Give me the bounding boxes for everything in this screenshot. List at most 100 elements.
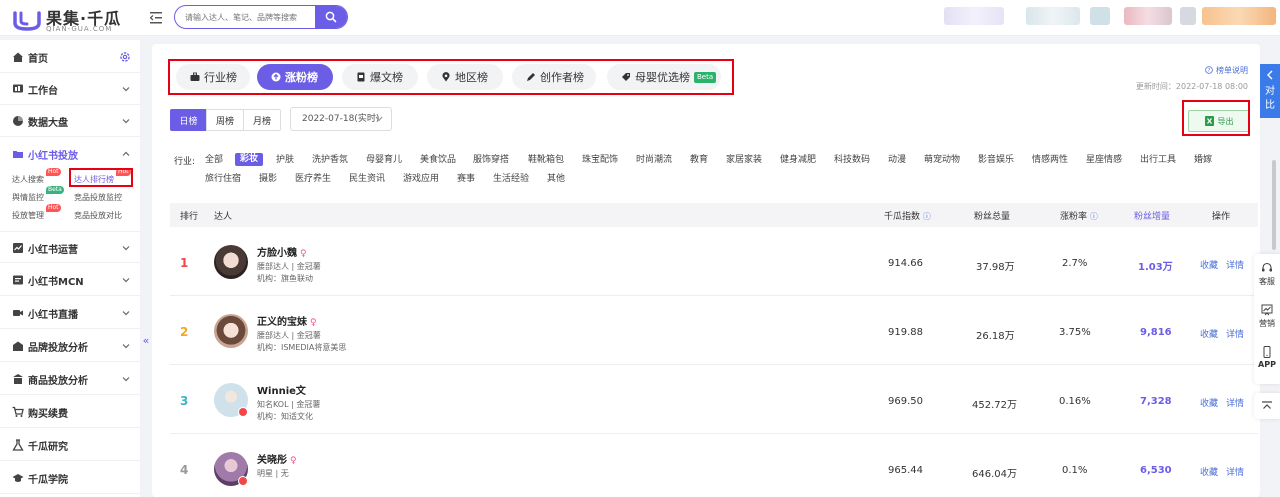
- chevron-down-icon: [122, 278, 130, 283]
- collect-link[interactable]: 收藏: [1200, 327, 1218, 340]
- category-item[interactable]: 萌宠动物: [924, 154, 960, 167]
- sidebar-item-dashboard[interactable]: 数据大盘: [0, 105, 140, 137]
- settings-icon[interactable]: [119, 51, 131, 63]
- sidebar-item-xhs-live[interactable]: 小红书直播: [0, 297, 140, 329]
- category-item[interactable]: 服饰穿搭: [473, 154, 509, 167]
- talent-name[interactable]: Winnie文: [257, 382, 306, 397]
- ranking-rules-link[interactable]: ? 榜单说明: [1205, 65, 1248, 76]
- period-monthly[interactable]: 月榜: [243, 109, 281, 131]
- chevron-left-icon: [1267, 70, 1273, 80]
- compare-button[interactable]: 对比: [1260, 64, 1280, 118]
- detail-link[interactable]: 详情: [1226, 258, 1244, 271]
- menu-toggle-icon[interactable]: [150, 9, 164, 27]
- category-item[interactable]: 时尚潮流: [636, 154, 672, 167]
- category-item[interactable]: 鞋靴箱包: [528, 154, 564, 167]
- blurred-user-area: [1180, 7, 1196, 25]
- pie-chart-icon: [13, 116, 23, 126]
- category-item[interactable]: 医疗养生: [295, 173, 331, 186]
- category-item[interactable]: 民生资讯: [349, 173, 385, 186]
- talent-name[interactable]: 正义的宝妹 ♀: [257, 313, 317, 328]
- table-row[interactable]: 2 正义的宝妹 ♀ 腰部达人 | 金冠薯 机构：ISMEDIA将意美思 919.8…: [170, 297, 1258, 365]
- customer-service-button[interactable]: 客服: [1254, 262, 1280, 287]
- sidebar-item-product-analysis[interactable]: 商品投放分析: [0, 363, 140, 395]
- period-weekly[interactable]: 周榜: [206, 109, 244, 131]
- table-row[interactable]: 4 关晓彤 ♀ 明星 | 无 965.44 646.04万 0.1% 6,530 …: [170, 435, 1258, 497]
- submenu-competitor-monitor[interactable]: 竞品投放监控: [74, 192, 122, 203]
- logo[interactable]: 果集·千瓜 QIAN-GUA.COM: [12, 5, 132, 33]
- talent-name[interactable]: 关晓彤 ♀: [257, 451, 297, 466]
- category-item[interactable]: 教育: [690, 154, 708, 167]
- header-fans[interactable]: 粉丝总量: [974, 209, 1010, 222]
- avatar[interactable]: [214, 314, 248, 348]
- category-item[interactable]: 生活经验: [493, 173, 529, 186]
- sidebar-item-purchase[interactable]: 购买续费: [0, 396, 140, 428]
- mcn-icon: [13, 275, 23, 285]
- date-select[interactable]: 2022-07-18(实时): [290, 107, 392, 131]
- table-row[interactable]: 1 方脸小魏 ♀ 腰部达人 | 金冠薯 机构：旗鱼联动 914.66 37.98万…: [170, 228, 1258, 296]
- collapse-sidebar-icon[interactable]: «: [140, 334, 152, 347]
- category-item[interactable]: 赛事: [457, 173, 475, 186]
- back-to-top-button[interactable]: [1254, 393, 1280, 419]
- detail-link[interactable]: 详情: [1226, 327, 1244, 340]
- compare-label: 对比: [1265, 86, 1275, 111]
- chevron-down-icon: [122, 377, 130, 382]
- category-item[interactable]: 母婴育儿: [366, 154, 402, 167]
- sidebar-item-xhs-operation[interactable]: 小红书运营: [0, 231, 140, 263]
- talent-name[interactable]: 方脸小魏 ♀: [257, 244, 307, 259]
- collect-link[interactable]: 收藏: [1200, 465, 1218, 478]
- category-item[interactable]: 情感两性: [1032, 154, 1068, 167]
- sidebar-item-home[interactable]: 首页: [0, 41, 140, 73]
- category-item[interactable]: 美食饮品: [420, 154, 456, 167]
- category-item[interactable]: 其他: [547, 173, 565, 186]
- chevron-down-icon: [122, 311, 130, 316]
- help-icon[interactable]: ⓘ: [1090, 212, 1098, 221]
- category-item[interactable]: 旅行住宿: [205, 173, 241, 186]
- search-button[interactable]: [315, 6, 347, 28]
- sidebar-item-academy[interactable]: 千瓜学院: [0, 462, 140, 494]
- sidebar-item-research[interactable]: 千瓜研究: [0, 429, 140, 461]
- cart-icon: [12, 406, 24, 417]
- detail-link[interactable]: 详情: [1226, 396, 1244, 409]
- table-row[interactable]: 3 Winnie文 知名KOL | 金冠薯 机构：知适文化 969.50 452…: [170, 366, 1258, 434]
- detail-link[interactable]: 详情: [1226, 465, 1244, 478]
- category-item[interactable]: 婚嫁: [1194, 154, 1212, 167]
- help-icon[interactable]: ⓘ: [923, 212, 931, 221]
- submenu-competitor-compare[interactable]: 竞品投放对比: [74, 210, 122, 221]
- search-input[interactable]: [185, 9, 315, 25]
- header-growth[interactable]: 粉丝增量: [1134, 209, 1170, 222]
- category-item[interactable]: 星座情感: [1086, 154, 1122, 167]
- talent-meta: 知名KOL | 金冠薯: [257, 400, 321, 409]
- category-item[interactable]: 影音娱乐: [978, 154, 1014, 167]
- sidebar-item-xhs-ads[interactable]: 小红书投放: [0, 138, 140, 170]
- category-item[interactable]: 摄影: [259, 173, 277, 186]
- category-item[interactable]: 家居家装: [726, 154, 762, 167]
- category-item[interactable]: 洗护香氛: [312, 154, 348, 167]
- marketing-button[interactable]: 营销: [1254, 304, 1280, 329]
- scrollbar[interactable]: [1272, 160, 1276, 250]
- category-item[interactable]: 护肤: [276, 154, 294, 167]
- period-daily[interactable]: 日榜: [170, 109, 207, 131]
- header-index[interactable]: 千瓜指数 ⓘ: [884, 209, 931, 222]
- header-rate[interactable]: 涨粉率 ⓘ: [1060, 209, 1098, 222]
- submenu-ad-management[interactable]: 投放管理: [12, 210, 44, 221]
- category-item[interactable]: 全部: [205, 154, 223, 167]
- chart-board-icon: [1261, 304, 1273, 316]
- sidebar-item-brand-analysis[interactable]: 品牌投放分析: [0, 330, 140, 362]
- submenu-sentiment-monitor[interactable]: 舆情监控: [12, 192, 44, 203]
- avatar[interactable]: [214, 245, 248, 279]
- category-item[interactable]: 科技数码: [834, 154, 870, 167]
- collect-link[interactable]: 收藏: [1200, 396, 1218, 409]
- category-item[interactable]: 游戏应用: [403, 173, 439, 186]
- category-item[interactable]: 动漫: [888, 154, 906, 167]
- app-button[interactable]: APP: [1254, 346, 1280, 369]
- category-item[interactable]: 健身减肥: [780, 154, 816, 167]
- submenu-talent-search[interactable]: 达人搜索: [12, 174, 44, 185]
- category-item[interactable]: 彩妆: [235, 153, 264, 166]
- rank-number: 4: [180, 463, 189, 477]
- logo-mark-icon: [13, 11, 41, 31]
- category-item[interactable]: 珠宝配饰: [582, 154, 618, 167]
- sidebar-item-xhs-mcn[interactable]: 小红书MCN: [0, 264, 140, 296]
- collect-link[interactable]: 收藏: [1200, 258, 1218, 271]
- sidebar-item-workbench[interactable]: 工作台: [0, 73, 140, 105]
- category-item[interactable]: 出行工具: [1140, 154, 1176, 167]
